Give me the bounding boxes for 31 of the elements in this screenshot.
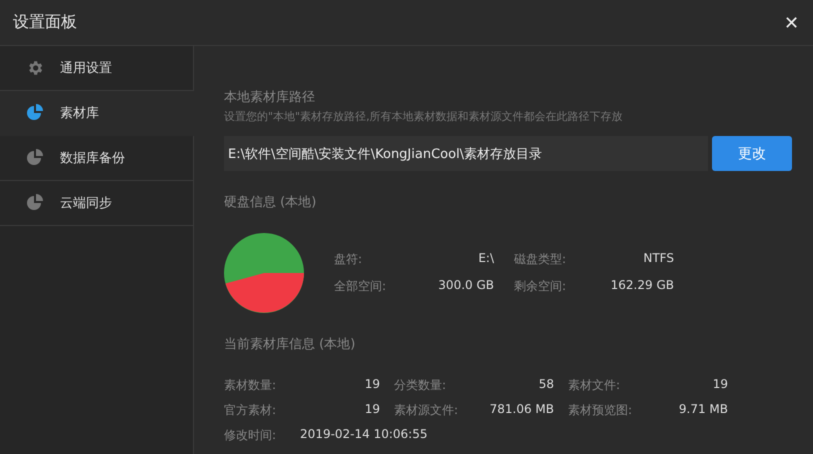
field-value: 781.06 MB — [488, 402, 554, 418]
field-label: 素材文件: — [568, 377, 622, 394]
field-value: 19 — [364, 402, 380, 418]
field-label: 盘符: — [334, 251, 364, 268]
section-title: 当前素材库信息 (本地) — [224, 336, 356, 353]
field-value: 162.29 GB — [610, 278, 674, 294]
field-label: 全部空间: — [334, 278, 388, 295]
field-value: E:\ — [477, 251, 494, 267]
field-label: 磁盘类型: — [514, 251, 568, 268]
change-button[interactable]: 更改 — [712, 136, 792, 171]
field-value: 58 — [538, 377, 554, 393]
field-value: 19 — [712, 377, 728, 393]
section-title: 硬盘信息 (本地) — [224, 194, 318, 211]
field-label: 官方素材: — [224, 402, 278, 419]
sidebar-item[interactable]: 素材库 — [0, 91, 194, 136]
field-value: 9.71 MB — [678, 402, 728, 418]
field-value: 300.0 GB — [437, 278, 494, 294]
field-label: 修改时间: — [224, 427, 276, 444]
field-label: 分类数量: — [394, 377, 448, 394]
field-label: 素材数量: — [224, 377, 278, 394]
hint-text: 设置您的"本地"素材存放路径,所有本地素材数据和素材源文件都会在此路径下存放 — [224, 109, 624, 124]
field-value: 2019-02-14 10:06:55 — [300, 427, 428, 443]
window-title: 设置面板 — [13, 12, 77, 33]
section-title: 本地素材库路径 — [224, 89, 316, 106]
close-button[interactable]: ✕ — [782, 12, 801, 34]
field-value: NTFS — [642, 251, 674, 267]
field-value: 19 — [364, 377, 380, 393]
field-label: 剩余空间: — [514, 278, 568, 295]
field-label: 素材预览图: — [568, 402, 634, 419]
path-field[interactable]: E:\软件\空间酷\安装文件\KongJianCool\素材存放目录 — [224, 136, 708, 171]
field-label: 素材源文件: — [394, 402, 460, 419]
